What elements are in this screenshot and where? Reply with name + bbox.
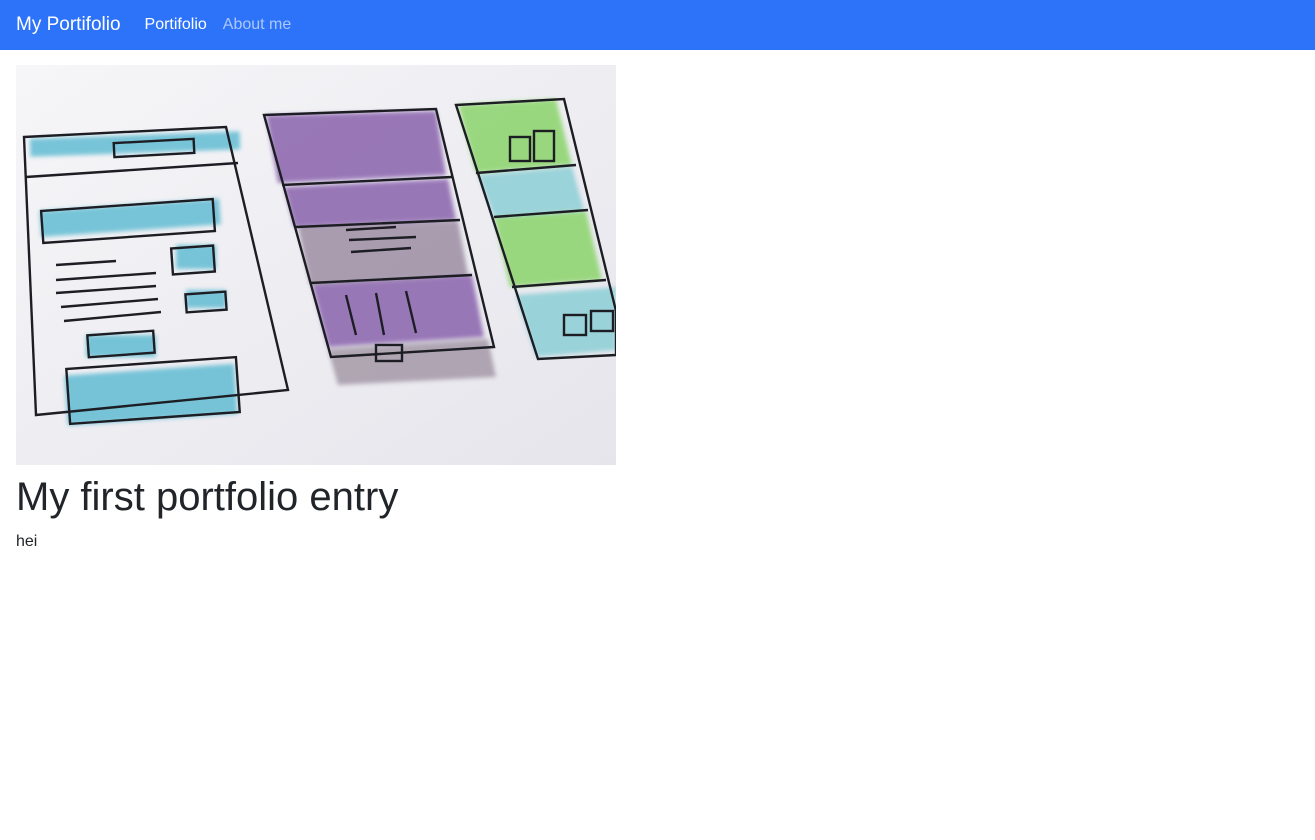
wireframe-sketch-illustration — [16, 65, 616, 465]
top-navbar: My Portifolio Portifolio About me — [0, 0, 1315, 50]
entry-body: hei — [16, 533, 38, 550]
entry-title: My first portfolio entry — [16, 475, 399, 519]
nav-link-about-me[interactable]: About me — [223, 16, 291, 34]
portfolio-entry: My first portfolio entry hei — [16, 65, 616, 554]
entry-image — [16, 65, 616, 465]
nav-link-portfolio[interactable]: Portifolio — [145, 16, 207, 34]
brand-link[interactable]: My Portifolio — [16, 14, 121, 36]
